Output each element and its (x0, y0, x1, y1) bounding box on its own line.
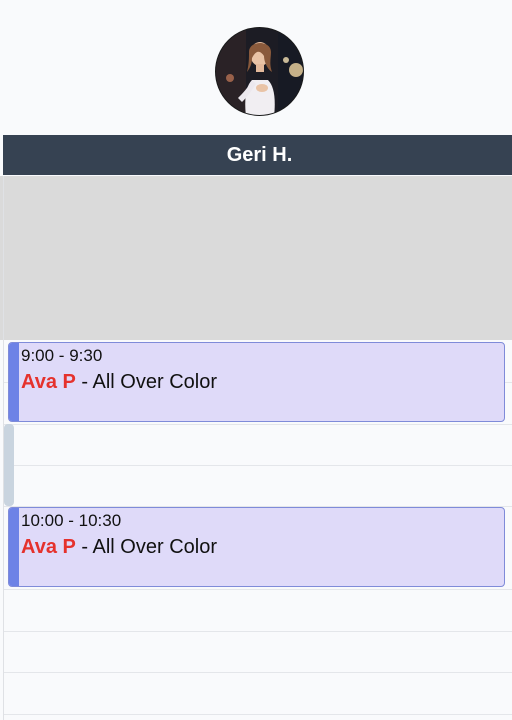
staff-photo-icon (216, 28, 303, 115)
appointment-card[interactable]: 9:00 - 9:30 Ava P - All Over Color (8, 342, 505, 422)
appointment-card[interactable]: 10:00 - 10:30 Ava P - All Over Color (8, 507, 505, 587)
appointment-accent-bar (9, 343, 19, 421)
time-slot-line (4, 589, 512, 590)
time-slot-line (4, 714, 512, 715)
time-slot-indicator[interactable] (4, 424, 14, 506)
time-slot-line (4, 424, 512, 425)
appointment-summary: Ava P - All Over Color (21, 536, 217, 559)
schedule-grid: 9:00 - 9:30 Ava P - All Over Color 10:00… (0, 176, 512, 720)
time-slot-line (4, 465, 512, 466)
staff-avatar[interactable] (215, 27, 304, 116)
client-name[interactable]: Ava P (21, 536, 76, 558)
staff-name: Geri H. (226, 143, 293, 166)
calendar-day-view: Geri H. 9:00 - 9:30 Ava P - All Over Col… (0, 0, 512, 720)
blocked-time-area (0, 176, 512, 340)
client-name[interactable]: Ava P (21, 371, 76, 393)
appointment-separator: - (75, 536, 93, 558)
appointment-time: 9:00 - 9:30 (21, 346, 103, 365)
service-name: All Over Color (92, 371, 217, 393)
service-name: All Over Color (92, 536, 217, 558)
time-slot-line (4, 631, 512, 632)
appointment-separator: - (75, 371, 93, 393)
appointment-accent-bar (9, 508, 19, 586)
time-slot-line (4, 672, 512, 673)
appointment-summary: Ava P - All Over Color (21, 371, 217, 394)
staff-column-header[interactable]: Geri H. (0, 135, 512, 175)
appointment-time: 10:00 - 10:30 (21, 511, 122, 530)
